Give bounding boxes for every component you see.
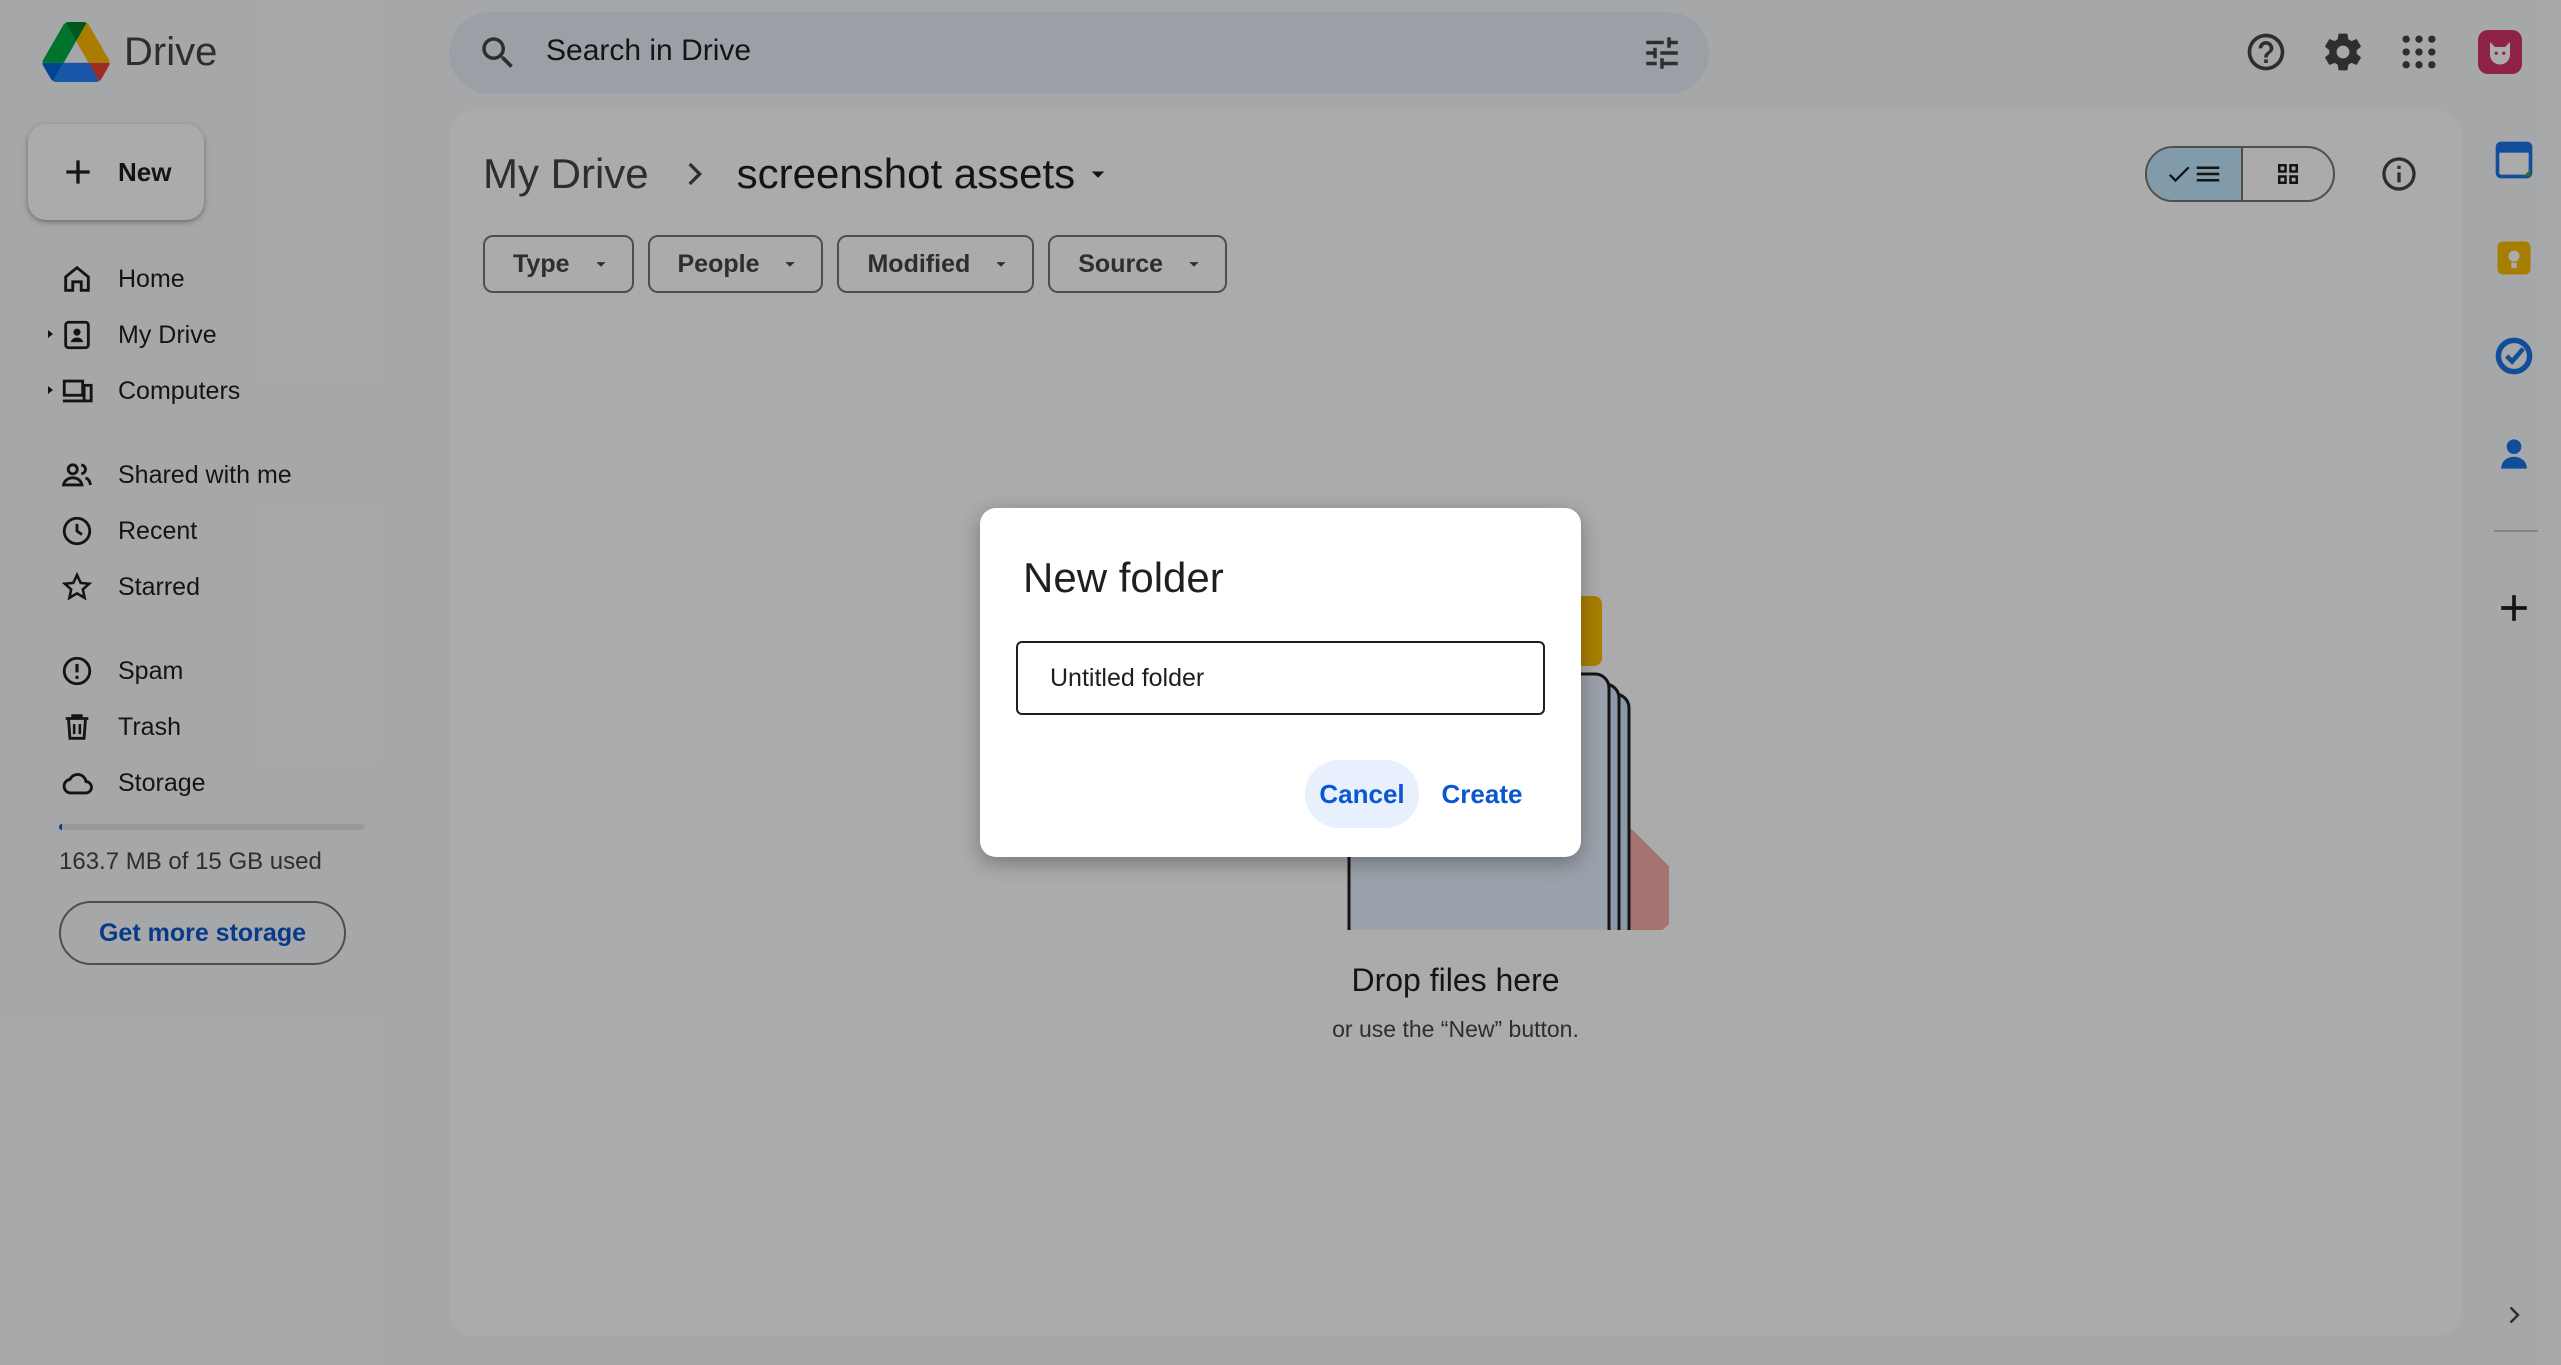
create-button[interactable]: Create: [1425, 760, 1539, 828]
cancel-button[interactable]: Cancel: [1305, 760, 1419, 828]
folder-name-input[interactable]: [1016, 641, 1545, 715]
new-folder-dialog: New folder Cancel Create: [980, 508, 1581, 857]
dialog-title: New folder: [1023, 554, 1224, 601]
